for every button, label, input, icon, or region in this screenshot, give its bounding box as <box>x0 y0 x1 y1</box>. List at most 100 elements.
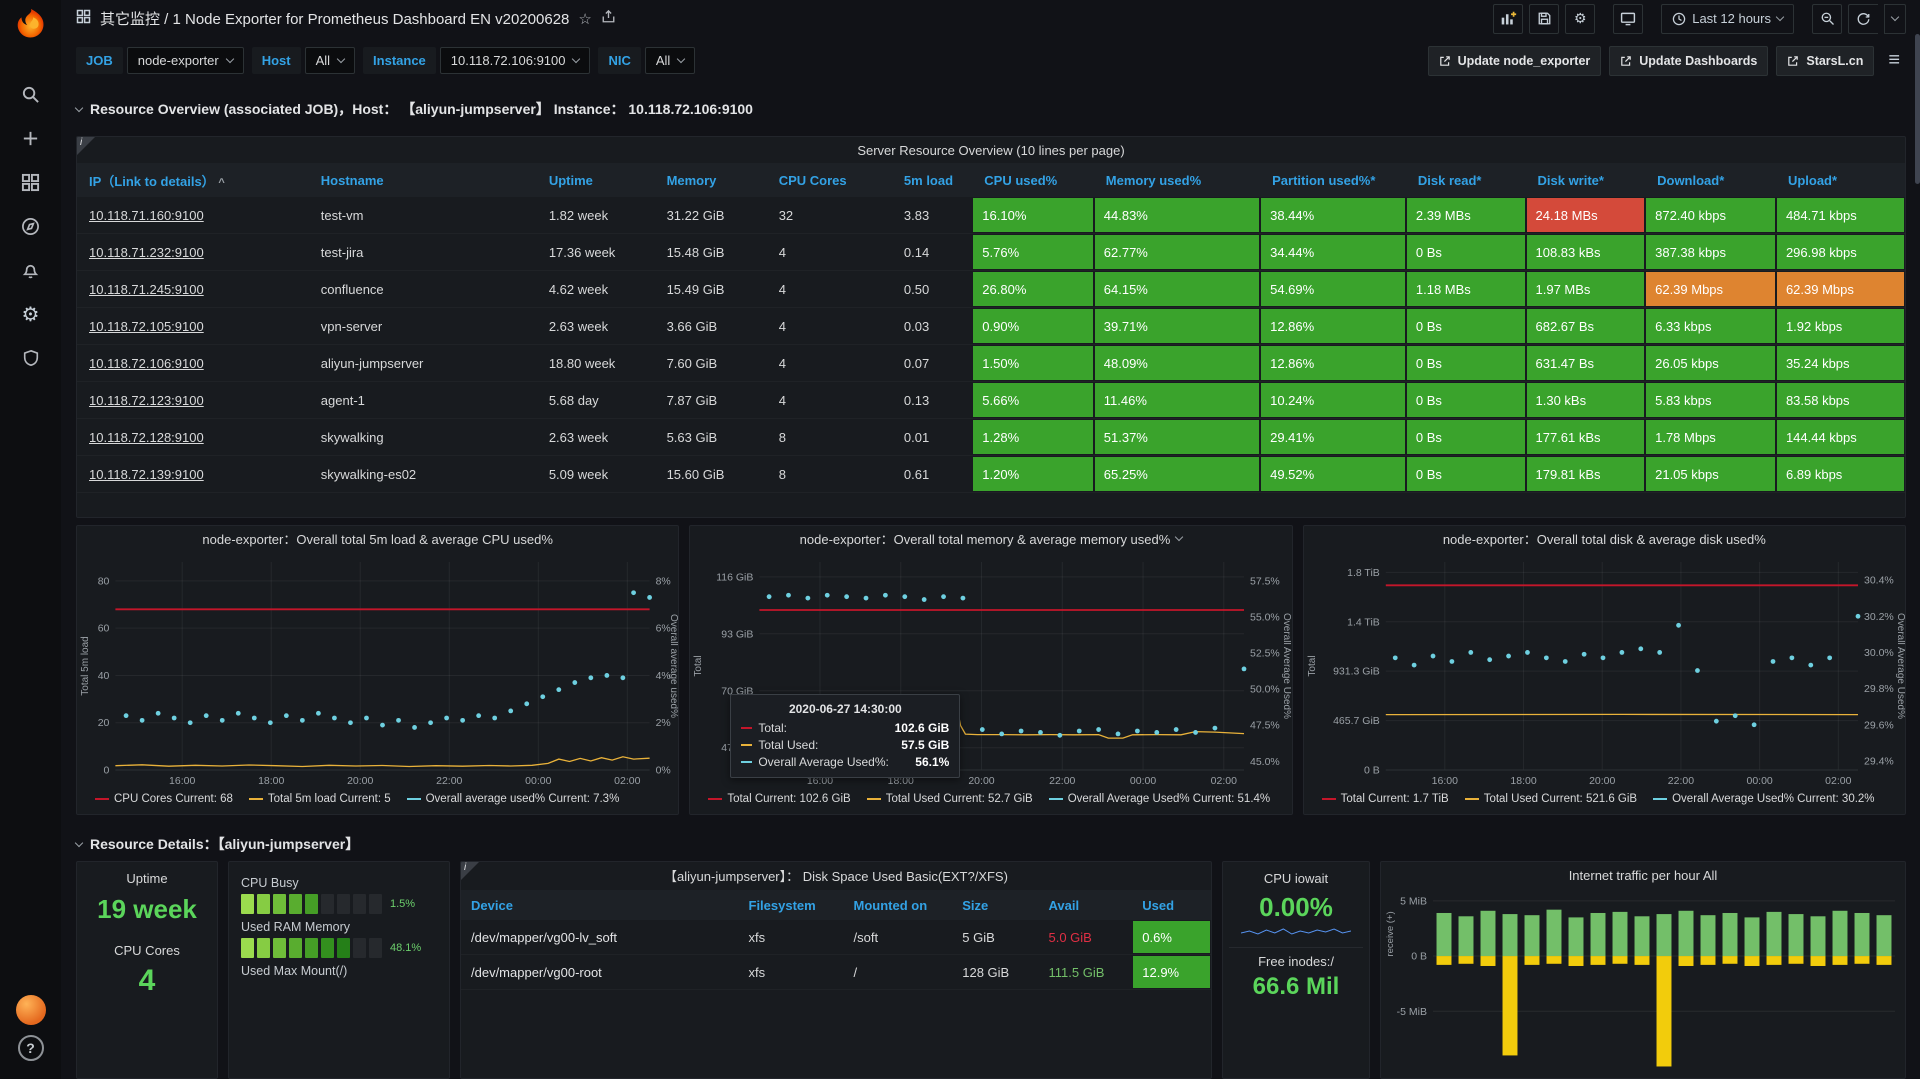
table-cell: vpn-server <box>309 319 537 334</box>
svg-text:20:00: 20:00 <box>347 775 373 787</box>
legend-item[interactable]: Overall Average Used% Current: 51.4% <box>1049 793 1270 805</box>
explore-compass-icon[interactable] <box>9 204 53 248</box>
svg-text:Total 5m load: Total 5m load <box>80 636 91 695</box>
update-node-exporter-button[interactable]: Update node_exporter <box>1428 46 1602 76</box>
panel-info-icon[interactable]: i <box>77 137 95 155</box>
svg-text:8%: 8% <box>656 575 671 587</box>
table-cell-colored: 0 Bs <box>1407 383 1525 417</box>
free-inodes-title[interactable]: Free inodes:/ <box>1223 948 1369 969</box>
legend-item[interactable]: CPU Cores Current: 68 <box>95 793 233 805</box>
disk-col-used[interactable]: Used <box>1132 890 1211 920</box>
free-inodes-value: 66.6 Mil <box>1223 973 1369 1001</box>
uptime-title[interactable]: Uptime <box>77 862 217 886</box>
chart-load-title[interactable]: node-exporter：Overall total 5m load & av… <box>77 526 678 552</box>
section-resource-overview-title: Resource Overview (associated JOB)，Host：… <box>90 99 753 119</box>
filter-instance-value[interactable]: 10.118.72.106:9100 <box>440 47 591 74</box>
disk-col-device[interactable]: Device <box>461 890 739 920</box>
overview-table-title[interactable]: Server Resource Overview (10 lines per p… <box>77 137 1905 163</box>
zoom-out-time-button[interactable] <box>1812 4 1842 34</box>
add-panel-button[interactable] <box>1493 4 1523 34</box>
internet-traffic-plot[interactable]: 5 MiB0 B-5 MiBreceive (+) <box>1381 888 1905 1078</box>
ip-link[interactable]: 10.118.71.245:9100 <box>77 282 204 297</box>
create-plus-icon[interactable] <box>9 116 53 160</box>
dashboard-settings-button[interactable]: ⚙ <box>1565 4 1595 34</box>
ip-link[interactable]: 10.118.72.128:9100 <box>77 430 204 445</box>
section-resource-overview[interactable]: Resource Overview (associated JOB)，Host：… <box>76 98 1906 120</box>
ip-link[interactable]: 10.118.72.139:9100 <box>77 467 204 482</box>
col-disk-read[interactable]: Disk read* <box>1406 163 1526 197</box>
cpu-cores-title[interactable]: CPU Cores <box>77 925 217 958</box>
col-download[interactable]: Download* <box>1645 163 1776 197</box>
table-cell-colored: 65.25% <box>1095 457 1259 491</box>
server-admin-shield-icon[interactable] <box>9 336 53 380</box>
chart-load-plot[interactable]: 16:0018:0020:0022:0000:0002:000204060800… <box>77 552 678 788</box>
share-icon[interactable] <box>601 9 616 29</box>
alerting-bell-icon[interactable] <box>9 248 53 292</box>
refresh-interval-dropdown[interactable] <box>1884 4 1906 34</box>
chart-memory-title[interactable]: node-exporter：Overall total memory & ave… <box>690 526 1291 552</box>
internet-traffic-title[interactable]: Internet traffic per hour All <box>1381 862 1905 888</box>
starsl-cn-button[interactable]: StarsL.cn <box>1776 46 1874 76</box>
table-cell: 4 <box>767 282 892 297</box>
disk-col-mounted[interactable]: Mounted on <box>844 890 953 920</box>
table-cell-colored: 1.78 Mbps <box>1646 420 1775 454</box>
kiosk-menu-icon[interactable]: ≡ <box>1882 49 1906 72</box>
legend-item[interactable]: Total 5m load Current: 5 <box>249 793 391 805</box>
col-memory-used[interactable]: Memory used% <box>1094 163 1260 197</box>
chart-disk-plot[interactable]: 16:0018:0020:0022:0000:0002:001.8 TiB1.4… <box>1304 552 1905 788</box>
update-dashboards-button[interactable]: Update Dashboards <box>1609 46 1768 76</box>
cpu-iowait-title[interactable]: CPU iowait <box>1223 862 1369 886</box>
legend-item[interactable]: Total Used Current: 52.7 GiB <box>867 793 1033 805</box>
tv-mode-button[interactable] <box>1613 4 1643 34</box>
col-hostname[interactable]: Hostname <box>309 163 537 197</box>
refresh-button[interactable] <box>1848 4 1878 34</box>
disk-col-avail[interactable]: Avail <box>1039 890 1133 920</box>
dashboards-icon[interactable] <box>9 160 53 204</box>
ip-link[interactable]: 10.118.72.123:9100 <box>77 393 204 408</box>
filter-nic-value[interactable]: All <box>645 47 695 74</box>
ip-link[interactable]: 10.118.72.105:9100 <box>77 319 204 334</box>
svg-text:30.0%: 30.0% <box>1864 647 1894 659</box>
help-icon[interactable]: ? <box>18 1035 44 1061</box>
table-cell: 17.36 week <box>537 245 655 260</box>
table-cell-colored: 484.71 kbps <box>1777 198 1904 232</box>
ip-link[interactable]: 10.118.71.232:9100 <box>77 245 204 260</box>
filter-job-value[interactable]: node-exporter <box>127 47 244 74</box>
scrollbar-thumb[interactable] <box>1915 34 1920 184</box>
disk-col-filesystem[interactable]: Filesystem <box>739 890 844 920</box>
configuration-gear-icon[interactable]: ⚙ <box>9 292 53 336</box>
ip-link[interactable]: 10.118.72.106:9100 <box>77 356 204 371</box>
col-memory[interactable]: Memory <box>655 163 767 197</box>
legend-item[interactable]: Total Current: 102.6 GiB <box>708 793 850 805</box>
legend-item[interactable]: Total Current: 1.7 TiB <box>1322 793 1449 805</box>
disk-col-size[interactable]: Size <box>952 890 1038 920</box>
save-dashboard-button[interactable] <box>1529 4 1559 34</box>
ip-link[interactable]: 10.118.71.160:9100 <box>77 208 204 223</box>
legend-item[interactable]: Total Used Current: 521.6 GiB <box>1465 793 1637 805</box>
disk-space-title[interactable]: 【aliyun-jumpserver】： Disk Space Used Bas… <box>461 862 1211 888</box>
search-icon[interactable] <box>9 72 53 116</box>
user-avatar[interactable] <box>16 995 46 1025</box>
col-upload[interactable]: Upload* <box>1776 163 1905 197</box>
iowait-sparkline <box>1241 925 1351 939</box>
grafana-logo-icon[interactable] <box>12 6 50 44</box>
col-cpu-cores[interactable]: CPU Cores <box>767 163 892 197</box>
legend-item[interactable]: Overall Average Used% Current: 30.2% <box>1653 793 1874 805</box>
col-partition-used[interactable]: Partition used%* <box>1260 163 1406 197</box>
overview-table-header-row: IP（Link to details） ^ Hostname Uptime Me… <box>77 163 1905 197</box>
col-uptime[interactable]: Uptime <box>537 163 655 197</box>
col-ip[interactable]: IP（Link to details） ^ <box>77 163 309 197</box>
table-cell: 15.60 GiB <box>655 467 767 482</box>
col-disk-write[interactable]: Disk write* <box>1526 163 1646 197</box>
col-5m-load[interactable]: 5m load <box>892 163 972 197</box>
table-row: 10.118.72.106:9100aliyun-jumpserver18.80… <box>77 345 1905 382</box>
panel-info-icon[interactable]: i <box>461 862 479 880</box>
filter-host-value[interactable]: All <box>305 47 355 74</box>
chart-load-legend: CPU Cores Current: 68 Total 5m load Curre… <box>77 788 678 810</box>
favorite-star-icon[interactable]: ☆ <box>578 10 591 28</box>
time-range-picker[interactable]: Last 12 hours <box>1661 4 1794 34</box>
chart-disk-title[interactable]: node-exporter：Overall total disk & avera… <box>1304 526 1905 552</box>
legend-item[interactable]: Overall average used% Current: 7.3% <box>407 793 620 805</box>
col-cpu-used[interactable]: CPU used% <box>972 163 1093 197</box>
section-resource-details[interactable]: Resource Details：【aliyun-jumpserver】 <box>76 833 1906 855</box>
